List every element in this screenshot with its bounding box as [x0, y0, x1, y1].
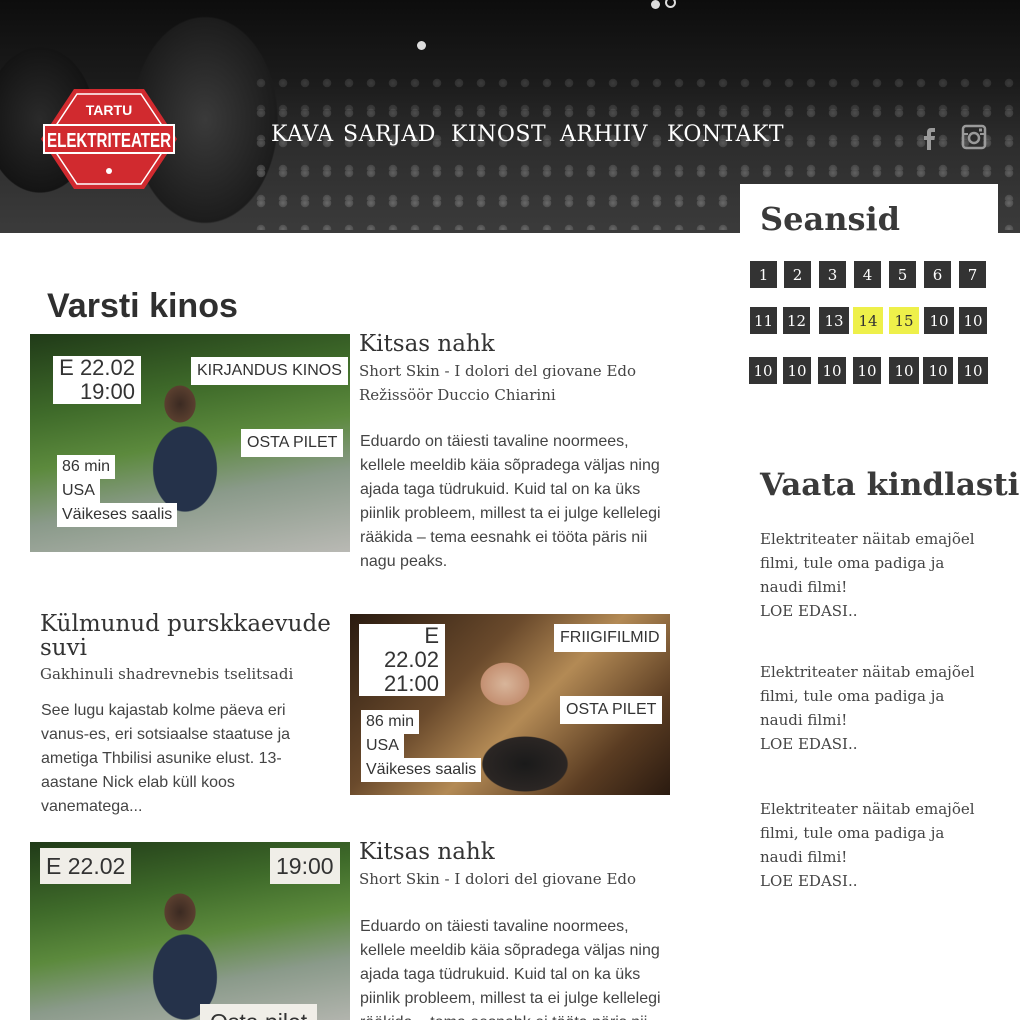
logo-main-text: ELEKTRITEATER [47, 130, 171, 152]
day-button[interactable]: 5 [889, 261, 916, 288]
day-button-highlighted[interactable]: 15 [889, 307, 919, 334]
buy-ticket-button[interactable]: OSTA PILET [241, 429, 344, 457]
film-title[interactable]: Kitsas nahk [359, 840, 495, 864]
day-button[interactable]: 10 [959, 307, 987, 334]
read-more-link[interactable]: LOE EDASI.. [760, 599, 980, 623]
film-original-title: Gakhinuli shadrevnebis tselitsadi [40, 665, 294, 683]
film-country: USA [57, 479, 100, 503]
nav-kontakt[interactable]: KONTAKT [667, 122, 784, 147]
day-button[interactable]: 10 [783, 357, 811, 384]
film-original-title: Short Skin - I dolori del giovane Edo [359, 870, 637, 888]
recommendation-text: Elektriteater näitab emajõel filmi, tule… [760, 663, 975, 729]
day-button[interactable]: 10 [853, 357, 881, 384]
film-title[interactable]: Külmunud purskkaevude suvi [40, 612, 340, 660]
day-button[interactable]: 6 [924, 261, 951, 288]
day-button[interactable]: 3 [819, 261, 846, 288]
film-director: Režissöör Duccio Chiarini [359, 386, 556, 404]
film-duration: 86 min [361, 710, 420, 734]
recommendation-item: Elektriteater näitab emajõel filmi, tule… [760, 660, 980, 756]
film-photo[interactable]: E 22.02 21:00 FRIIGIFILMID OSTA PILET 86… [350, 614, 670, 795]
film-datetime: E 22.02 19:00 [53, 356, 141, 404]
film-description: See lugu kajastab kolme päeva eri vanus-… [41, 702, 291, 815]
nav-kava[interactable]: KAVA [271, 122, 334, 147]
recommendation-text: Elektriteater näitab emajõel filmi, tule… [760, 530, 975, 596]
watch-title: Vaata kindlasti [760, 467, 1020, 503]
nav-kinost[interactable]: KINOST [451, 122, 546, 147]
film-photo[interactable]: E 22.02 19:00 Osta pilet [30, 842, 350, 1020]
film-info: 86 min USA Väikeses saalis [57, 455, 178, 527]
film-time: 19:00 [270, 848, 340, 884]
nav-arhiiv[interactable]: ARHIIV [560, 122, 648, 147]
day-button[interactable]: 13 [819, 307, 849, 334]
film-date: E 22.02 [40, 848, 132, 884]
film-date: E 22.02 [383, 623, 439, 672]
film-photo[interactable]: E 22.02 19:00 KIRJANDUS KINOS OSTA PILET… [30, 334, 350, 552]
film-description: Eduardo on täiesti tavaline noormees, ke… [360, 433, 661, 570]
film-duration: 86 min [57, 455, 116, 479]
day-button[interactable]: 11 [750, 307, 777, 334]
buy-ticket-button[interactable]: OSTA PILET [560, 696, 663, 724]
film-time: 19:00 [79, 379, 135, 404]
film-hall: Väikeses saalis [57, 503, 178, 527]
day-button[interactable]: 7 [959, 261, 986, 288]
day-button[interactable]: 1 [750, 261, 777, 288]
day-button[interactable]: 4 [854, 261, 881, 288]
nav-sarjad[interactable]: SARJAD [343, 122, 436, 147]
elektriteater-logo[interactable]: TARTU ELEKTRITEATER [39, 87, 179, 191]
logo-top-text: TARTU [86, 102, 132, 118]
day-button[interactable]: 10 [923, 357, 953, 384]
section-title: Varsti kinos [47, 287, 238, 325]
day-button[interactable]: 12 [783, 307, 810, 334]
film-hall: Väikeses saalis [361, 758, 482, 782]
buy-ticket-button[interactable]: Osta pilet [200, 1004, 318, 1020]
recommendation-item: Elektriteater näitab emajõel filmi, tule… [760, 527, 980, 623]
instagram-icon[interactable] [961, 124, 987, 150]
day-button[interactable]: 10 [889, 357, 919, 384]
film-time: 21:00 [383, 671, 439, 696]
day-button[interactable]: 10 [924, 307, 954, 334]
read-more-link[interactable]: LOE EDASI.. [760, 732, 980, 756]
recommendation-text: Elektriteater näitab emajõel filmi, tule… [760, 800, 975, 866]
film-category-badge[interactable]: KIRJANDUS KINOS [191, 357, 348, 385]
film-description: Eduardo on täiesti tavaline noormees, ke… [360, 918, 661, 1020]
day-button-highlighted[interactable]: 14 [853, 307, 883, 334]
day-button[interactable]: 10 [818, 357, 846, 384]
film-original-title: Short Skin - I dolori del giovane Edo [359, 362, 637, 380]
recommendation-item: Elektriteater näitab emajõel filmi, tule… [760, 797, 980, 893]
day-button[interactable]: 10 [749, 357, 777, 384]
film-info: 86 min USA Väikeses saalis [361, 710, 482, 782]
film-title[interactable]: Kitsas nahk [359, 332, 495, 356]
film-category-badge[interactable]: FRIIGIFILMID [554, 624, 666, 652]
film-date: E 22.02 [59, 355, 135, 380]
film-country: USA [361, 734, 404, 758]
day-button[interactable]: 2 [784, 261, 811, 288]
facebook-icon[interactable] [916, 124, 942, 150]
read-more-link[interactable]: LOE EDASI.. [760, 869, 980, 893]
sessions-title: Seansid [760, 200, 901, 238]
day-button[interactable]: 10 [958, 357, 988, 384]
film-datetime: E 22.02 21:00 [359, 624, 445, 696]
